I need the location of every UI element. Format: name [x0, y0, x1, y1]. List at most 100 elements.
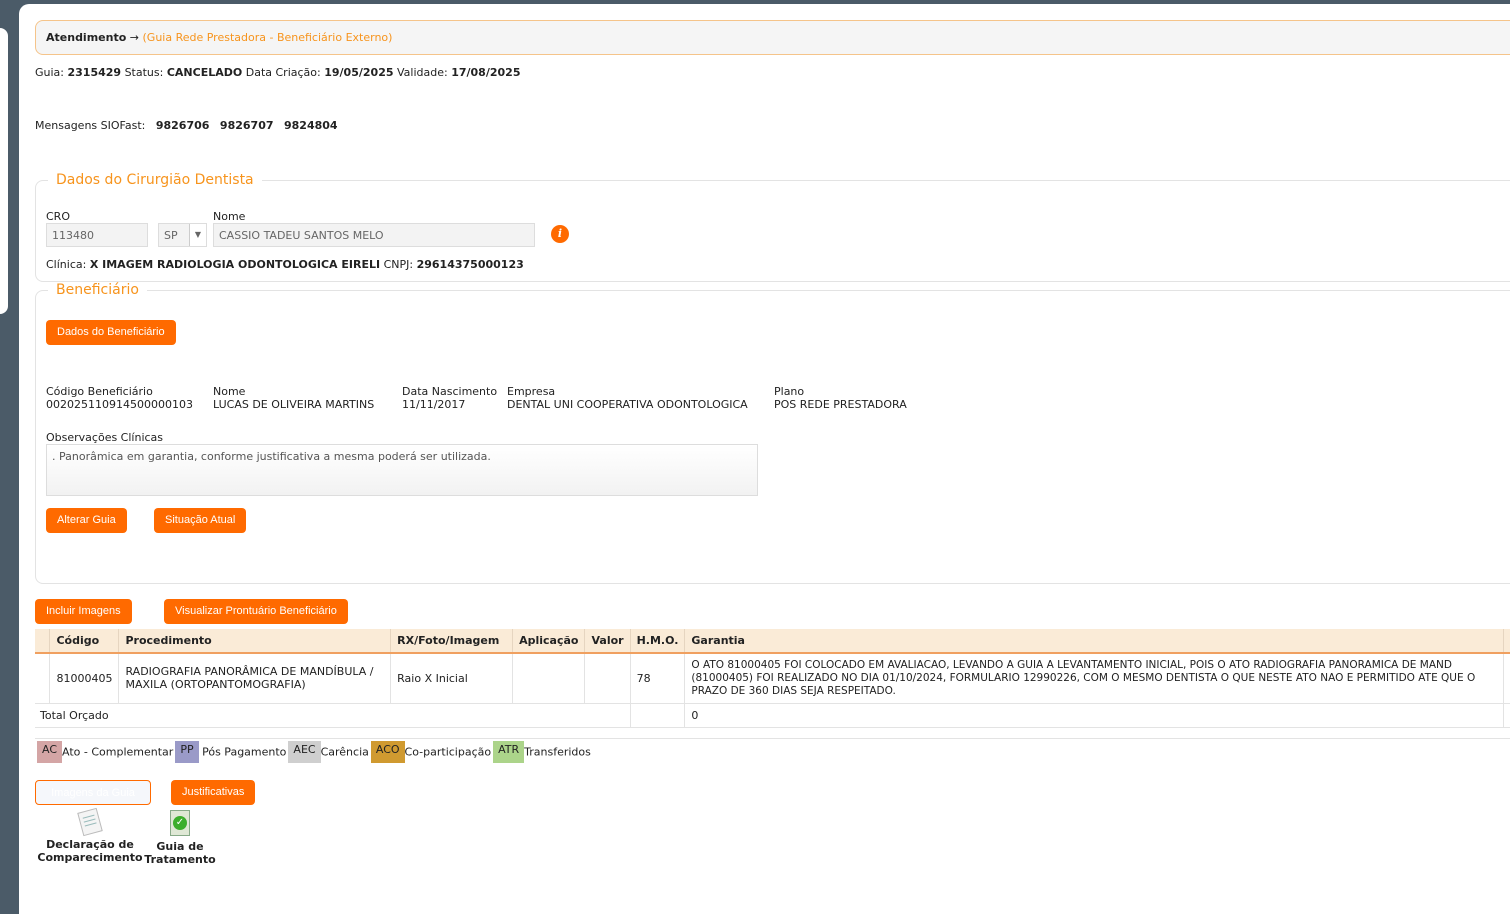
legend-tag: AEC: [288, 741, 321, 763]
declaracao-label: Comparecimento: [37, 851, 143, 864]
breadcrumb: Atendimento → (Guia Rede Prestadora - Be…: [35, 20, 1510, 55]
imagens-guia-button[interactable]: Imagens da Guia: [35, 780, 151, 805]
situacao-atual-button[interactable]: Situação Atual: [154, 508, 247, 533]
criacao-label: Data Criação:: [245, 66, 321, 79]
dados-beneficiario-button[interactable]: Dados do Beneficiário: [46, 320, 176, 345]
legend-tag: ATR: [493, 741, 525, 763]
spacer-row: [35, 726, 1510, 739]
total-valor: [629, 702, 686, 728]
dentista-legend: Dados do Cirurgião Dentista: [56, 172, 254, 188]
clinica-label: Clínica:: [46, 258, 87, 271]
legend-tag: AC: [37, 741, 63, 763]
header-hmo: H.M.O.: [629, 629, 685, 654]
header-garantia: Garantia: [684, 629, 1504, 654]
nome-input[interactable]: CASSIO TADEU SANTOS MELO: [213, 223, 535, 247]
breadcrumb-root: Atendimento: [46, 31, 127, 44]
declaracao-label: Declaração de: [46, 838, 134, 851]
justificativas-button[interactable]: Justificativas: [171, 780, 256, 805]
table-header: Código Procedimento RX/Foto/Imagem Aplic…: [35, 629, 1510, 654]
field-value: 002025110914500000103: [46, 398, 193, 411]
procedures-table: Código Procedimento RX/Foto/Imagem Aplic…: [35, 629, 1510, 739]
mensagem-link[interactable]: 9824804: [284, 119, 338, 132]
legend-label: Co-participação: [404, 745, 492, 759]
cro-label: CRO: [46, 210, 70, 223]
info-icon[interactable]: i: [551, 225, 569, 243]
beneficiario-field: Plano POS REDE PRESTADORA: [774, 385, 907, 411]
header-extra: C: [1503, 629, 1510, 654]
alterar-guia-button[interactable]: Alterar Guia: [46, 508, 127, 533]
cell-blank: [35, 652, 51, 704]
cell-garantia: O ATO 81000405 FOI COLOCADO EM AVALIACAO…: [684, 652, 1505, 704]
uf-value: SP: [164, 229, 178, 242]
header-procedimento: Procedimento: [118, 629, 391, 654]
document-edit-icon: [77, 807, 103, 837]
validade-value: 17/08/2025: [451, 66, 521, 79]
header-aplicacao: Aplicação: [512, 629, 585, 654]
legend-label: Carência: [320, 745, 369, 759]
field-label: Plano: [774, 385, 805, 398]
beneficiario-field: Empresa DENTAL UNI COOPERATIVA ODONTOLOGI…: [507, 385, 748, 411]
status-value: CANCELADO: [166, 66, 243, 79]
spacer-cell: [35, 726, 1510, 739]
beneficiario-legend: Beneficiário: [56, 282, 139, 298]
guia-number: 2315429: [67, 66, 122, 79]
side-panel: [0, 28, 8, 314]
guia-tratamento-link[interactable]: ✓ Guia de Tratamento: [143, 808, 217, 866]
guia-label: Guia:: [35, 66, 64, 79]
table-row[interactable]: 81000405 RADIOGRAFIA PANORÂMICA DE MANDÍ…: [35, 652, 1510, 704]
uf-select[interactable]: SP ▼: [158, 223, 207, 247]
cell-procedimento: RADIOGRAFIA PANORÂMICA DE MANDÍBULA / MA…: [118, 652, 392, 704]
validade-label: Validade:: [397, 66, 448, 79]
field-value: POS REDE PRESTADORA: [774, 398, 907, 411]
cnpj-label: CNPJ:: [383, 258, 414, 271]
guia-tratamento-label: Guia de: [156, 840, 204, 853]
field-value: DENTAL UNI COOPERATIVA ODONTOLOGICA: [507, 398, 748, 411]
header-rx: RX/Foto/Imagem: [390, 629, 513, 654]
lines: [82, 814, 95, 819]
mensagens-label: Mensagens SIOFast:: [35, 119, 146, 132]
color-legend: AC Ato - Complementar PP Pós Pagamento AEC C…: [37, 741, 591, 763]
incluir-imagens-button[interactable]: Incluir Imagens: [35, 599, 132, 624]
chevron-down-icon: ▼: [189, 224, 206, 246]
check: ✓: [173, 816, 187, 830]
obs-textarea[interactable]: . Panorâmica em garantia, conforme justi…: [46, 444, 758, 496]
document-check-icon: ✓: [170, 810, 190, 836]
legend-label: Ato - Complementar: [62, 745, 174, 759]
total-row: Total Orçado 0: [35, 702, 1510, 728]
mensagem-link[interactable]: 9826707: [220, 119, 274, 132]
nome-label: Nome: [213, 210, 246, 223]
beneficiario-field: Nome LUCAS DE OLIVEIRA MARTINS: [213, 385, 374, 411]
clinica-value: X IMAGEM RADIOLOGIA ODONTOLOGICA EIRELI: [89, 258, 381, 271]
arrow: →: [129, 31, 139, 44]
declaracao-link[interactable]: Declaração de Comparecimento: [37, 807, 143, 864]
cnpj-value: 29614375000123: [416, 258, 524, 271]
cro-input[interactable]: 113480: [46, 223, 148, 247]
field-value: LUCAS DE OLIVEIRA MARTINS: [213, 398, 375, 411]
legend-label: Pós Pagamento: [202, 745, 287, 759]
field-label: Empresa: [507, 385, 556, 398]
legend-tag: PP: [175, 741, 199, 763]
header-blank: [35, 629, 50, 654]
legend-tag: ACO: [370, 741, 405, 763]
visualizar-prontuario-button[interactable]: Visualizar Prontuário Beneficiário: [164, 599, 348, 624]
obs-label: Observações Clínicas: [46, 431, 164, 444]
mensagens: Mensagens SIOFast: 9826706 9826707 98248…: [35, 119, 338, 132]
field-value: 11/11/2017: [402, 398, 466, 411]
cell-valor: [584, 652, 631, 704]
beneficiario-field: Código Beneficiário 002025110914500000103: [46, 385, 193, 411]
guia-info: Guia: 2315429 Status: CANCELADO Data Cri…: [35, 66, 520, 79]
cell-extra: [1503, 652, 1510, 704]
clinica-info: Clínica: X IMAGEM RADIOLOGIA ODONTOLOGIC…: [46, 258, 524, 271]
field-label: Data Nascimento: [402, 385, 498, 398]
beneficiario-section: Beneficiário: [35, 282, 1510, 584]
cell-hmo: 78: [629, 652, 686, 704]
field-label: Código Beneficiário: [46, 385, 153, 398]
mensagem-link[interactable]: 9826706: [156, 119, 210, 132]
field-label: Nome: [213, 385, 246, 398]
cell-codigo: 81000405: [49, 652, 120, 704]
total-rest: [1503, 702, 1510, 728]
cell-rx: Raio X Inicial: [390, 652, 514, 704]
cell-aplicacao: [512, 652, 586, 704]
total-label: Total Orçado: [35, 702, 631, 728]
breadcrumb-sub: (Guia Rede Prestadora - Beneficiário Ext…: [142, 31, 393, 44]
